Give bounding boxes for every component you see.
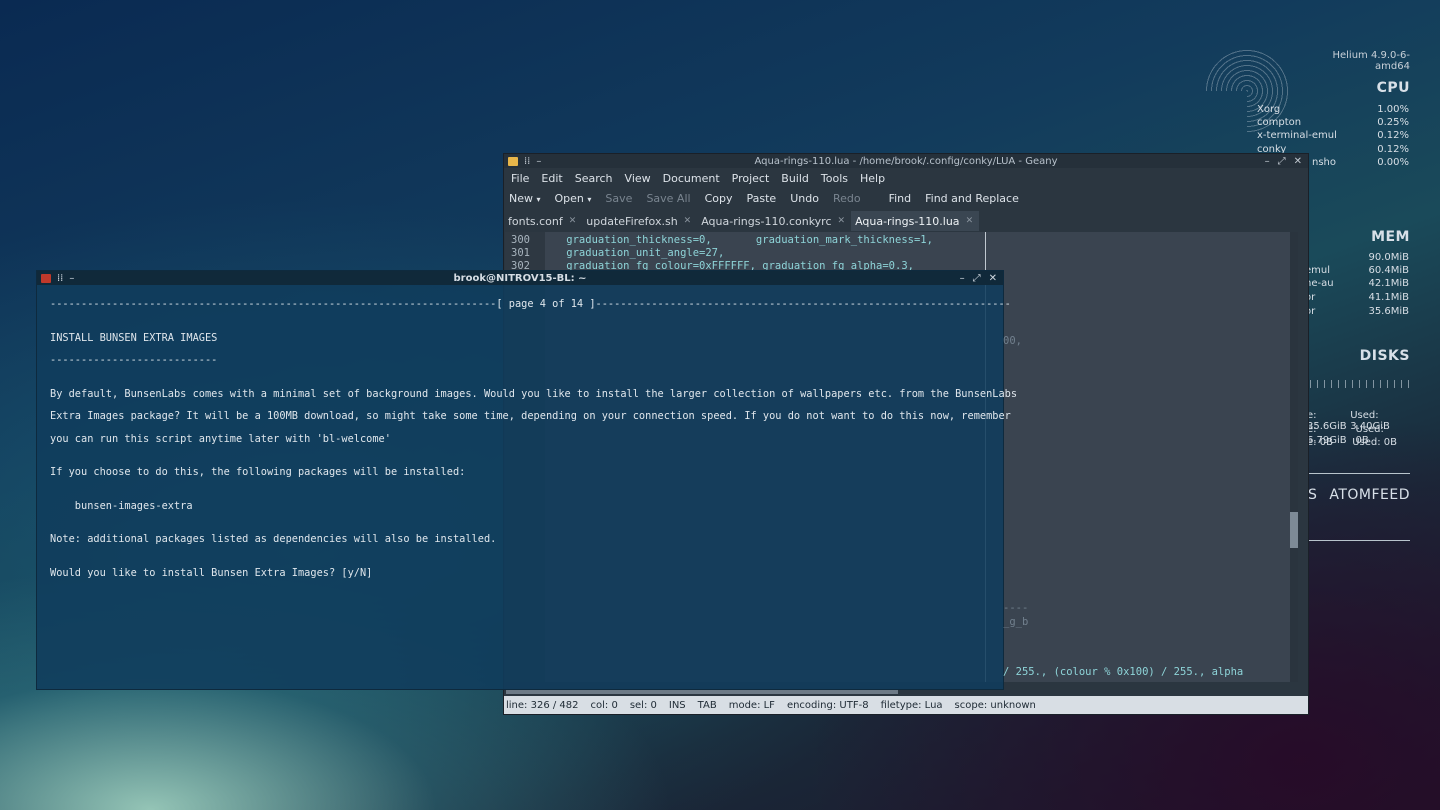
status-encoding: encoding: UTF-8 <box>786 699 869 711</box>
scrollbar-thumb[interactable] <box>1290 512 1298 548</box>
terminal-window-title: brook@NITROV15-BL: ~ <box>453 272 587 284</box>
menu-build[interactable]: Build <box>781 172 809 185</box>
terminal-line: By default, BunsenLabs comes with a mini… <box>50 387 1018 400</box>
terminal-titlebar[interactable]: ⁞⁞ – brook@NITROV15-BL: ~ – ⤢ ✕ <box>37 271 1003 285</box>
editor-overflow-text: ---- <box>1003 602 1029 614</box>
tab-update-firefox[interactable]: updateFirefox.sh ✕ <box>582 211 697 231</box>
save-all-button[interactable]: Save All <box>646 192 690 205</box>
terminal-line: INSTALL BUNSEN EXTRA IMAGES <box>50 331 218 344</box>
terminal-line: you can run this script anytime later wi… <box>50 432 391 445</box>
tab-close-icon[interactable]: ✕ <box>684 216 692 226</box>
editor-overflow-text: _g_b <box>1003 616 1029 628</box>
maximize-icon[interactable]: ⤢ <box>973 273 981 284</box>
cpu-process-row: x-terminal-emul 0.12% <box>1257 130 1409 141</box>
conky-divider <box>1300 540 1410 541</box>
tab-close-icon[interactable]: ✕ <box>966 216 974 226</box>
geany-titlebar[interactable]: ⁞⁞ – Aqua-rings-110.lua - /home/brook/.co… <box>504 154 1308 168</box>
menu-help[interactable]: Help <box>860 172 885 185</box>
status-mode: mode: LF <box>728 699 775 711</box>
tab-close-icon[interactable]: ✕ <box>569 216 577 226</box>
tab-aqua-lua[interactable]: Aqua-rings-110.lua ✕ <box>851 211 980 231</box>
status-col: col: 0 <box>590 699 618 711</box>
cpu-process-row: compton 0.25% <box>1257 117 1409 128</box>
close-icon[interactable]: ✕ <box>989 273 997 284</box>
cpu-process-row: Xorg 1.00% <box>1257 104 1409 115</box>
tab-bar: fonts.conf ✕ updateFirefox.sh ✕ Aqua-rings… <box>504 211 1308 231</box>
status-bar: line: 326 / 482 col: 0 sel: 0 INS TAB mo… <box>504 696 1308 714</box>
find-replace-button[interactable]: Find and Replace <box>925 192 1019 205</box>
editor-overflow-text: 00, <box>1003 335 1022 347</box>
mem-heading: MEM <box>1371 229 1410 245</box>
minimize-icon[interactable]: – <box>960 273 965 284</box>
toolbar: New ▾ Open ▾ Save Save All Copy Paste Un… <box>504 188 1308 208</box>
disks-heading: DISKS <box>1359 348 1410 364</box>
atomfeed-heading: ATOMFEED <box>1329 487 1410 503</box>
menu-file[interactable]: File <box>511 172 529 185</box>
status-filetype: filetype: Lua <box>880 699 943 711</box>
find-button[interactable]: Find <box>889 192 912 205</box>
menu-view[interactable]: View <box>625 172 651 185</box>
terminal-line: Would you like to install Bunsen Extra I… <box>50 567 373 580</box>
status-ins: INS <box>668 699 686 711</box>
code-line: 300 graduation_thickness=0, graduation_m… <box>511 234 933 246</box>
terminal-line: ----------------------------------------… <box>50 298 1011 311</box>
terminal-line: If you choose to do this, the following … <box>50 466 466 479</box>
feed-left-label: S <box>1308 487 1318 503</box>
terminal-window: ⁞⁞ – brook@NITROV15-BL: ~ – ⤢ ✕ -----------… <box>36 270 1017 690</box>
terminal-line: bunsen-images-extra <box>50 499 193 512</box>
tab-fonts-conf[interactable]: fonts.conf ✕ <box>504 211 582 231</box>
conky-divider <box>1300 473 1410 474</box>
geany-window-title: Aqua-rings-110.lua - /home/brook/.config… <box>754 155 1058 167</box>
new-button[interactable]: New ▾ <box>509 192 541 205</box>
status-sel: sel: 0 <box>629 699 657 711</box>
menu-project[interactable]: Project <box>732 172 770 185</box>
terminal-line: Extra Images package? It will be a 100MB… <box>50 410 1011 423</box>
code-line: 301 graduation_unit_angle=27, <box>511 247 725 259</box>
status-tab: TAB <box>697 699 717 711</box>
editor-overflow-text: / 255., (colour % 0x100) / 255., alpha <box>1003 666 1244 678</box>
tab-close-icon[interactable]: ✕ <box>838 216 846 226</box>
tab-aqua-conkyrc[interactable]: Aqua-rings-110.conkyrc ✕ <box>697 211 851 231</box>
save-button[interactable]: Save <box>605 192 632 205</box>
close-icon[interactable]: ✕ <box>1294 156 1302 167</box>
menu-edit[interactable]: Edit <box>541 172 562 185</box>
disk-activity-graph <box>1310 380 1410 388</box>
kernel-version: Helium 4.9.0-6-amd64 <box>1332 50 1410 72</box>
paste-button[interactable]: Paste <box>746 192 776 205</box>
maximize-icon[interactable]: ⤢ <box>1278 156 1286 167</box>
terminal-line: --------------------------- <box>50 354 218 367</box>
menu-bar: File Edit Search View Document Project B… <box>504 168 1308 188</box>
copy-button[interactable]: Copy <box>705 192 733 205</box>
minimize-icon[interactable]: – <box>1265 156 1270 167</box>
status-scope: scope: unknown <box>954 699 1036 711</box>
undo-button[interactable]: Undo <box>790 192 819 205</box>
cpu-heading: CPU <box>1376 80 1410 96</box>
vertical-scrollbar[interactable] <box>1290 232 1298 682</box>
terminal-line: Note: additional packages listed as depe… <box>50 533 497 546</box>
status-line: line: 326 / 482 <box>506 699 579 711</box>
redo-button[interactable]: Redo <box>833 192 861 205</box>
open-button[interactable]: Open ▾ <box>555 192 592 205</box>
menu-search[interactable]: Search <box>575 172 613 185</box>
menu-tools[interactable]: Tools <box>821 172 848 185</box>
disk-row: e: 0B Used: 0B <box>1307 437 1397 448</box>
menu-document[interactable]: Document <box>663 172 720 185</box>
terminal-output[interactable]: ----------------------------------------… <box>50 288 1017 602</box>
